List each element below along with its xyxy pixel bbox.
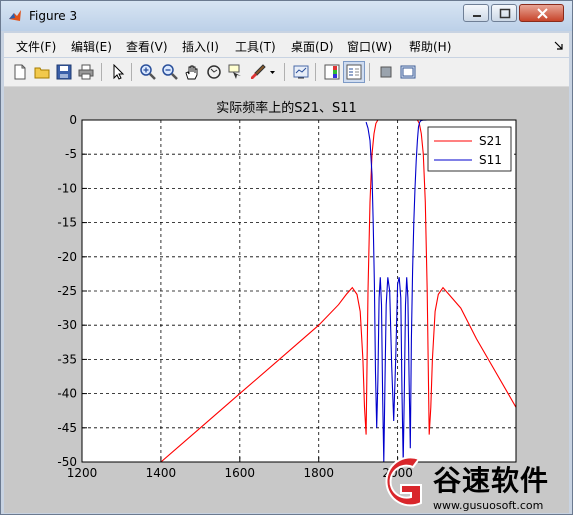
y-tick-label: -50 [57, 455, 77, 469]
chevron-down-icon [270, 71, 275, 74]
plot-svg[interactable]: 1200 1400 1600 1800 20000-5-10-15-20-25-30-3… [4, 87, 569, 513]
close-button[interactable] [519, 4, 564, 22]
figure-canvas: 实际频率上的S21、S11 1200 1400 1600 1800 2000 0 -5 -10… [4, 87, 569, 513]
y-tick-label: -35 [57, 352, 77, 366]
menu-edit[interactable]: 编辑(E) [71, 38, 112, 55]
link-plot-button[interactable] [291, 62, 311, 82]
select-arrow-button[interactable] [108, 62, 128, 82]
minimize-icon [473, 15, 481, 17]
close-icon [537, 8, 548, 19]
menu-window[interactable]: 窗口(W) [347, 38, 392, 55]
menu-insert[interactable]: 插入(I) [182, 38, 219, 55]
print-button[interactable] [76, 62, 96, 82]
maximize-button[interactable] [491, 4, 517, 22]
brush-dropdown[interactable] [266, 62, 278, 82]
legend-label-s11: S11 [479, 153, 502, 167]
y-tick-label: -25 [57, 284, 77, 298]
minimize-button[interactable] [463, 4, 489, 22]
watermark-brand: 谷速软件 [433, 464, 550, 497]
y-tick-label: -45 [57, 421, 77, 435]
x-tick-label: 1800 [303, 466, 334, 480]
y-tick-label: -20 [57, 250, 77, 264]
y-tick-label: -5 [65, 147, 77, 161]
show-plot-tools-icon [400, 65, 416, 79]
figure-toolbar [4, 58, 569, 87]
rotate-3d-button[interactable] [204, 62, 224, 82]
brush-button[interactable] [248, 62, 268, 82]
brush-icon [251, 64, 266, 79]
y-tick-label: -10 [57, 181, 77, 195]
new-figure-icon [14, 64, 26, 80]
menu-bar: 文件(F) 编辑(E) 查看(V) 插入(I) 工具(T) 桌面(D) 窗口(W… [4, 33, 569, 57]
toolbar-separator [101, 63, 102, 81]
watermark-logo: 谷速软件 www.gusuosoft.com [371, 451, 573, 516]
data-cursor-icon [228, 64, 241, 79]
y-tick-label: 0 [69, 113, 77, 127]
zoom-out-button[interactable] [160, 62, 180, 82]
colorbar-button[interactable] [322, 62, 342, 82]
open-file-button[interactable] [32, 62, 52, 82]
hide-plot-tools-icon [380, 66, 392, 78]
x-tick-label: 1600 [225, 466, 256, 480]
menu-desktop[interactable]: 桌面(D) [291, 38, 334, 55]
zoom-in-button[interactable] [138, 62, 158, 82]
show-plot-tools-button[interactable] [398, 62, 418, 82]
print-icon [78, 64, 94, 80]
toolbar-separator [284, 63, 285, 81]
colorbar-icon [324, 64, 340, 80]
data-cursor-button[interactable] [226, 62, 246, 82]
watermark-url: www.gusuosoft.com [433, 499, 544, 512]
menu-dock-arrow-icon[interactable] [554, 41, 563, 50]
y-tick-label: -40 [57, 387, 77, 401]
link-plot-icon [293, 65, 309, 79]
y-tick-label: -30 [57, 318, 77, 332]
save-icon [56, 64, 72, 80]
zoom-out-icon [162, 64, 178, 80]
x-tick-label: 1400 [146, 466, 177, 480]
y-tick-label: -15 [57, 216, 77, 230]
legend-button[interactable] [343, 61, 365, 83]
save-button[interactable] [54, 62, 74, 82]
window-title: Figure 3 [29, 9, 78, 23]
matlab-logo-icon [9, 10, 21, 21]
rotate-3d-icon [207, 65, 221, 79]
toolbar-separator [369, 63, 370, 81]
menu-file[interactable]: 文件(F) [16, 38, 56, 55]
title-bar[interactable]: Figure 3 [1, 1, 572, 31]
legend-label-s21: S21 [479, 134, 502, 148]
pan-hand-icon [185, 65, 198, 80]
open-file-icon [34, 67, 50, 79]
menu-view[interactable]: 查看(V) [126, 38, 168, 55]
pan-button[interactable] [182, 62, 202, 82]
hide-plot-tools-button[interactable] [376, 62, 396, 82]
toolbar-separator [131, 63, 132, 81]
maximize-icon [499, 8, 511, 19]
select-arrow-icon [113, 64, 125, 80]
zoom-in-icon [140, 64, 156, 80]
menu-help[interactable]: 帮助(H) [409, 38, 451, 55]
legend-icon [346, 64, 362, 80]
toolbar-separator [315, 63, 316, 81]
new-figure-button[interactable] [10, 62, 30, 82]
menu-tools[interactable]: 工具(T) [235, 38, 276, 55]
figure-window: Figure 3 文件(F) 编辑(E) 查看(V) 插入(I) 工具(T) 桌… [0, 0, 573, 515]
